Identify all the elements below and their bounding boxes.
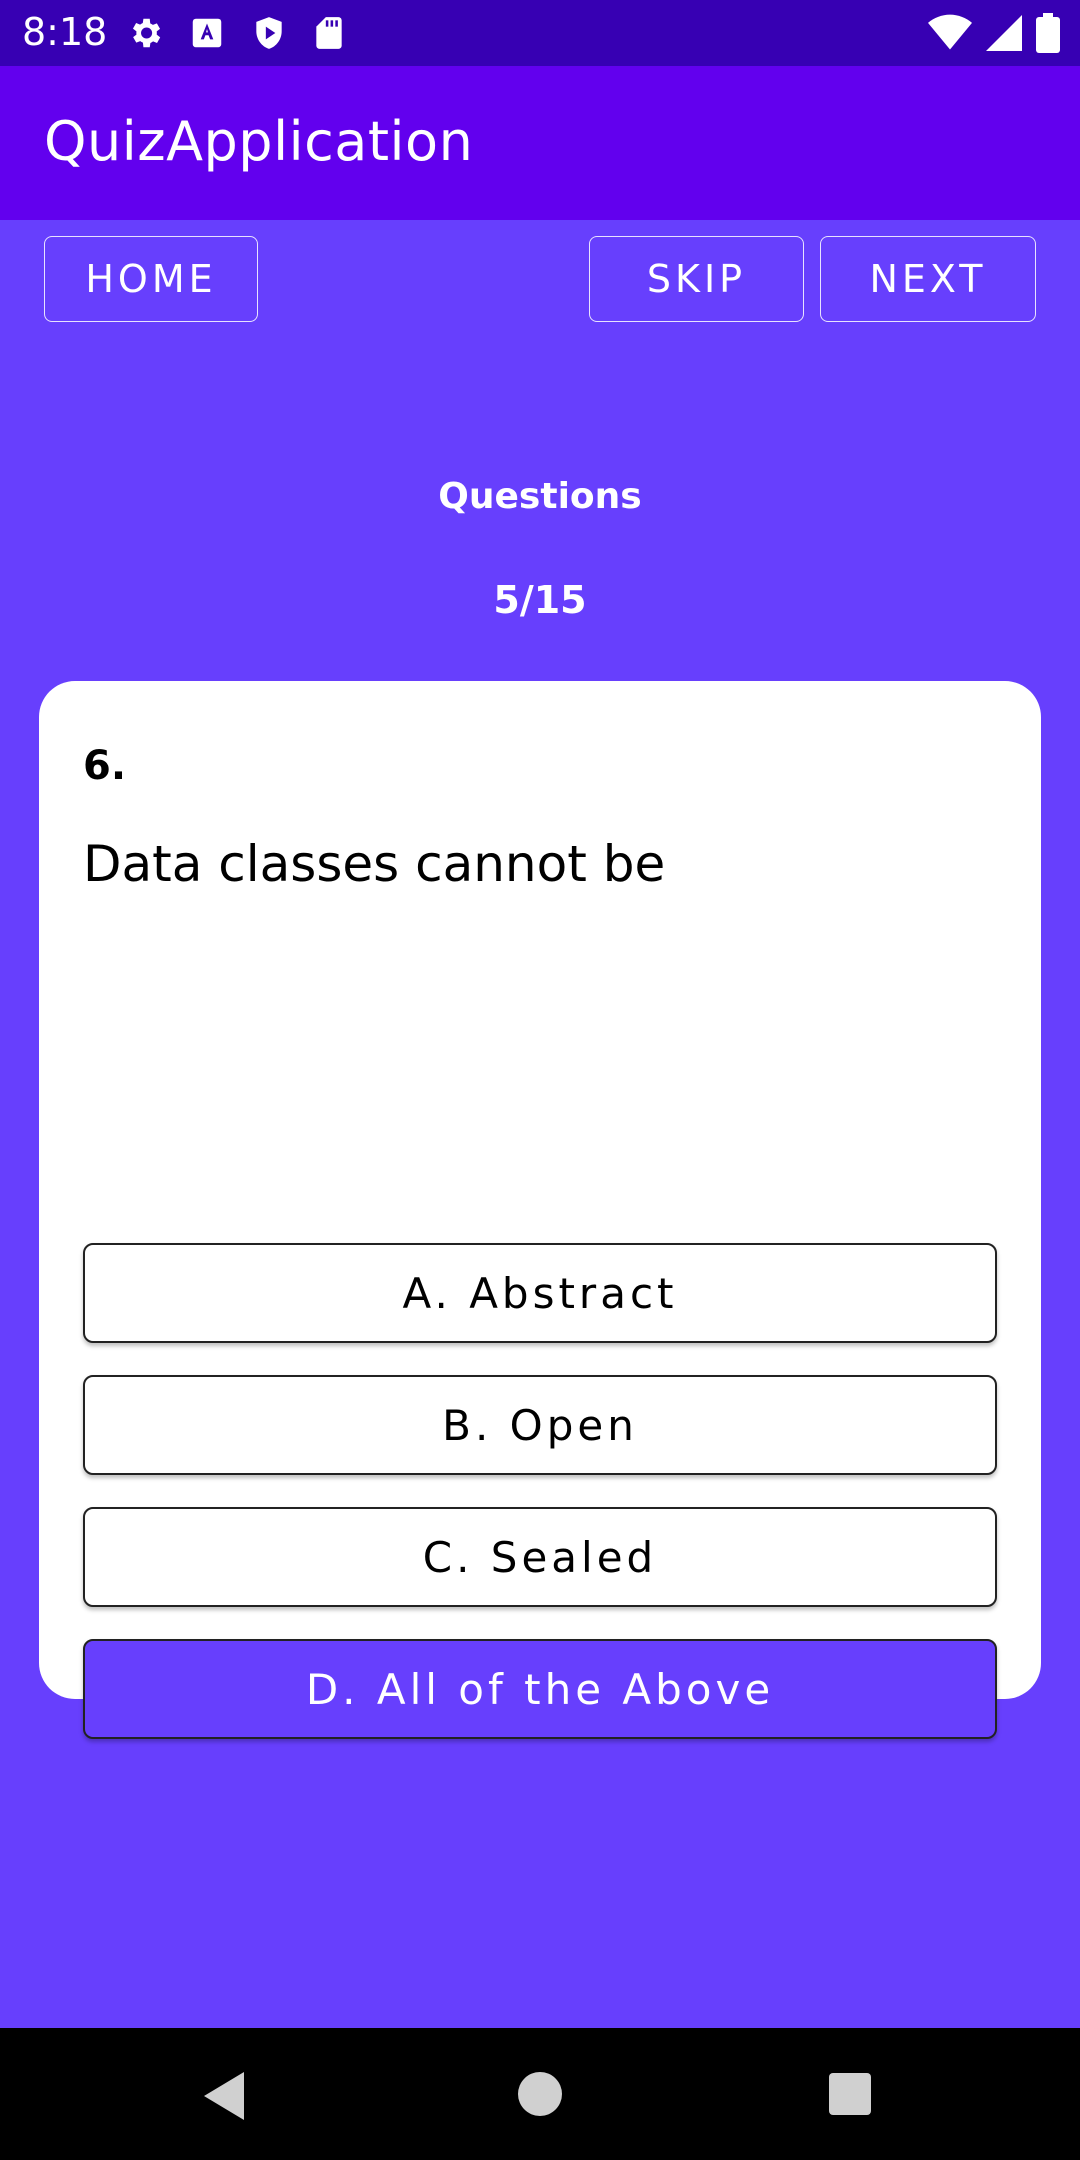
option-a-button[interactable]: A. Abstract	[83, 1243, 997, 1343]
status-time: 8:18	[22, 10, 108, 54]
question-text: Data classes cannot be	[83, 835, 666, 893]
next-button[interactable]: NEXT	[820, 236, 1036, 322]
question-card: 6. Data classes cannot be A. Abstract B.…	[39, 681, 1041, 1739]
skip-button[interactable]: SKIP	[589, 236, 804, 322]
back-icon[interactable]	[204, 2072, 248, 2120]
status-bar: 8:18	[0, 0, 1080, 66]
option-d-button[interactable]: D. All of the Above	[83, 1639, 997, 1739]
signal-icon	[986, 15, 1022, 51]
play-shield-icon	[256, 17, 282, 49]
sd-card-icon	[316, 17, 342, 49]
home-button[interactable]: HOME	[44, 236, 258, 322]
battery-icon	[1036, 13, 1060, 53]
questions-label: Questions	[438, 476, 642, 517]
system-nav-bar	[0, 2028, 1080, 2160]
questions-count: 5/15	[493, 578, 587, 622]
home-circle-icon[interactable]	[518, 2072, 562, 2116]
question-number: 6.	[83, 743, 127, 789]
app-title: QuizApplication	[44, 110, 474, 173]
option-b-button[interactable]: B. Open	[83, 1375, 997, 1475]
quiz-content: HOME SKIP NEXT Questions 5/15 6. Data cl…	[0, 220, 1080, 1739]
recents-icon[interactable]	[829, 2073, 871, 2115]
app-bar: QuizApplication	[0, 66, 1080, 220]
wifi-icon	[928, 14, 972, 50]
font-a-icon	[192, 18, 222, 48]
gear-icon	[132, 18, 161, 48]
option-c-button[interactable]: C. Sealed	[83, 1507, 997, 1607]
